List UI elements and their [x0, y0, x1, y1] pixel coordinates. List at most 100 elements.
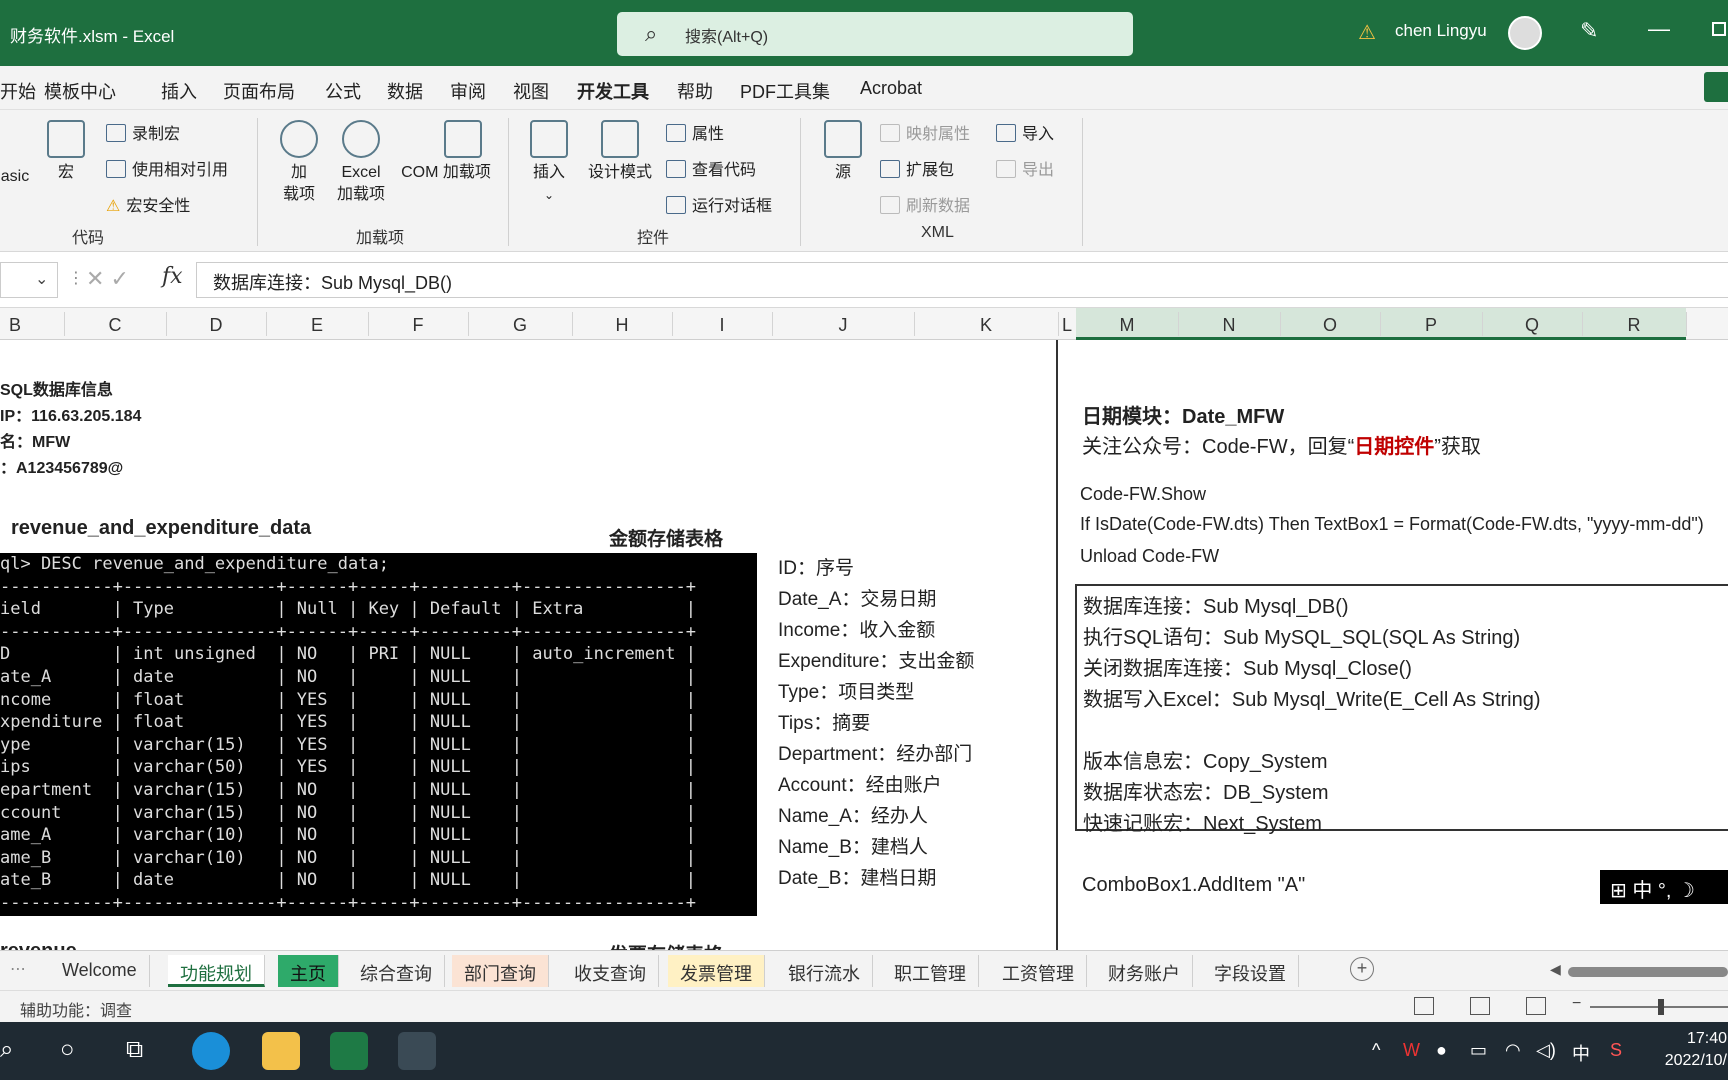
name-box[interactable]: ⌄	[0, 262, 58, 298]
column-header-I[interactable]: I	[672, 315, 772, 336]
column-header-L[interactable]: L	[1058, 315, 1076, 336]
column-header-D[interactable]: D	[166, 315, 266, 336]
share-button[interactable]	[1704, 72, 1728, 102]
menu-data[interactable]: 数据	[387, 78, 423, 104]
column-header-K[interactable]: K	[914, 315, 1058, 336]
minimize-button[interactable]: —	[1648, 16, 1670, 42]
column-header-O[interactable]: O	[1280, 315, 1380, 336]
tab-accounts[interactable]: 财务账户	[1096, 955, 1193, 987]
tab-salary[interactable]: 工资管理	[990, 955, 1087, 987]
tab-staff[interactable]: 职工管理	[882, 955, 979, 987]
tab-query[interactable]: 综合查询	[348, 955, 445, 987]
insert-control-button[interactable]: 插入 ⌄	[526, 120, 572, 206]
menu-view[interactable]: 视图	[513, 78, 549, 104]
zoom-slider-knob[interactable]	[1658, 999, 1664, 1015]
normal-view-icon[interactable]	[1414, 997, 1434, 1015]
search-icon[interactable]: ⌕	[0, 1036, 13, 1064]
avatar[interactable]	[1508, 16, 1542, 50]
ime-indicator[interactable]: 中	[1572, 1040, 1590, 1066]
com-addins-button[interactable]: COM 加载项	[394, 120, 498, 184]
column-header-G[interactable]: G	[468, 315, 572, 336]
qq-icon[interactable]: ●	[1436, 1040, 1447, 1061]
tab-welcome[interactable]: Welcome	[50, 955, 150, 987]
expansion-pack-button[interactable]: 扩展包	[880, 156, 954, 180]
page-break-view-icon[interactable]	[1526, 997, 1546, 1015]
tab-fields[interactable]: 字段设置	[1202, 955, 1299, 987]
xml-source-button[interactable]: 源	[818, 120, 868, 184]
record-macro-button[interactable]: 录制宏	[106, 120, 180, 144]
tab-income-expense[interactable]: 收支查询	[562, 955, 659, 987]
accessibility-status[interactable]: 辅助功能：调查	[20, 997, 132, 1021]
app-icon[interactable]	[398, 1032, 436, 1070]
menu-acrobat[interactable]: Acrobat	[860, 78, 922, 99]
edge-icon[interactable]	[192, 1032, 230, 1070]
wps-icon[interactable]: W	[1403, 1040, 1420, 1061]
page-layout-view-icon[interactable]	[1470, 997, 1490, 1015]
relative-ref-button[interactable]: 使用相对引用	[106, 156, 228, 180]
design-mode-button[interactable]: 设计模式	[584, 120, 656, 184]
wifi-icon[interactable]: ◠	[1505, 1040, 1521, 1061]
folder-icon[interactable]	[262, 1032, 300, 1070]
column-header-Q[interactable]: Q	[1482, 315, 1582, 336]
maximize-button[interactable]	[1712, 22, 1726, 36]
column-header-H[interactable]: H	[572, 315, 672, 336]
menu-insert[interactable]: 插入	[161, 78, 197, 104]
column-header-F[interactable]: F	[368, 315, 468, 336]
clock[interactable]: 17:40 2022/10/	[1655, 1028, 1727, 1072]
menu-developer[interactable]: 开发工具	[577, 78, 649, 114]
sogou-icon[interactable]: S	[1610, 1040, 1622, 1061]
zoom-out-icon[interactable]: −	[1572, 995, 1581, 1013]
macro-security-button[interactable]: ⚠ 宏安全性	[106, 192, 190, 216]
tab-function-plan[interactable]: 功能规划	[168, 955, 265, 987]
search-box[interactable]: ⌕ 搜索(Alt+Q)	[617, 12, 1133, 56]
fx-icon[interactable]: fx	[162, 264, 183, 289]
macro-button[interactable]: 宏	[44, 120, 88, 184]
invoice-table-label: 发票存储表格	[609, 940, 723, 950]
column-header-B[interactable]: B	[0, 315, 30, 336]
column-header-M[interactable]: M	[1076, 315, 1178, 336]
menu-template[interactable]: 模板中心	[44, 78, 116, 104]
warning-icon[interactable]: ⚠	[1358, 20, 1376, 45]
cancel-confirm-icons[interactable]: ✕ ✓	[86, 266, 129, 292]
run-dialog-button[interactable]: 运行对话框	[666, 192, 772, 216]
properties-button[interactable]: 属性	[666, 120, 724, 144]
column-header-C[interactable]: C	[64, 315, 166, 336]
formula-input[interactable]: 数据库连接：Sub Mysql_DB()	[196, 262, 1728, 298]
task-view-icon[interactable]: ⧉	[126, 1036, 143, 1064]
menu-page-layout[interactable]: 页面布局	[223, 78, 295, 104]
column-header-P[interactable]: P	[1380, 315, 1482, 336]
tab-department[interactable]: 部门查询	[452, 955, 549, 987]
column-header-J[interactable]: J	[772, 315, 914, 336]
menu-help[interactable]: 帮助	[677, 78, 713, 104]
view-code-button[interactable]: 查看代码	[666, 156, 756, 180]
volume-icon[interactable]: ◁)	[1536, 1040, 1556, 1061]
excel-addins-button[interactable]: Excel 加载项	[334, 120, 388, 206]
menu-formula[interactable]: 公式	[325, 78, 361, 104]
excel-icon[interactable]	[330, 1032, 368, 1070]
column-border-line	[1056, 340, 1058, 950]
ime-toolbar[interactable]: ⊞ 中 °, ☽	[1600, 870, 1728, 904]
sheet-grid[interactable]: SQL数据库信息 IP：116.63.205.184 名：MFW ：A12345…	[0, 340, 1728, 950]
column-header-N[interactable]: N	[1178, 315, 1280, 336]
tab-bank[interactable]: 银行流水	[776, 955, 873, 987]
visual-basic-button[interactable]: asic	[0, 124, 30, 188]
user-name[interactable]: chen Lingyu	[1395, 21, 1487, 41]
import-button[interactable]: 导入	[996, 120, 1054, 144]
macro-list-box: 数据库连接：Sub Mysql_DB() 执行SQL语句：Sub MySQL_S…	[1075, 584, 1728, 835]
menu-pdf-tools[interactable]: PDF工具集	[740, 78, 830, 104]
tab-scroll-icon[interactable]: ⋯	[10, 959, 26, 979]
tab-invoice[interactable]: 发票管理	[668, 955, 765, 987]
network-device-icon[interactable]: ▭	[1470, 1040, 1487, 1061]
horizontal-scrollbar[interactable]	[1568, 967, 1728, 977]
scroll-left-icon[interactable]: ◀	[1550, 961, 1561, 978]
tab-home[interactable]: 主页	[278, 955, 339, 987]
chevron-up-icon[interactable]: ^	[1372, 1040, 1380, 1061]
column-header-R[interactable]: R	[1582, 315, 1686, 336]
cortana-icon[interactable]: ○	[60, 1036, 75, 1064]
column-header-E[interactable]: E	[266, 315, 368, 336]
add-sheet-button[interactable]: +	[1350, 957, 1374, 981]
menu-review[interactable]: 审阅	[450, 78, 486, 104]
pen-icon[interactable]: ✎	[1580, 18, 1598, 44]
menu-home[interactable]: 开始	[0, 78, 36, 104]
addins-button[interactable]: 加载项	[276, 120, 322, 206]
